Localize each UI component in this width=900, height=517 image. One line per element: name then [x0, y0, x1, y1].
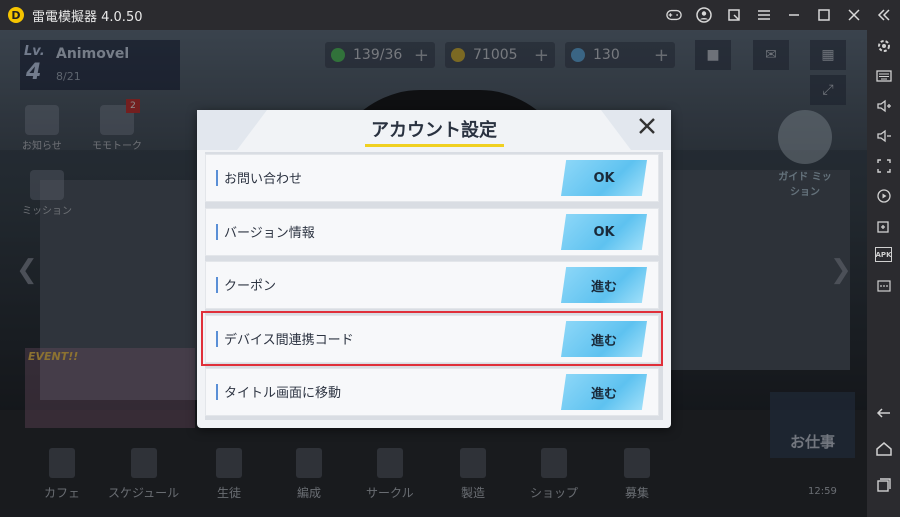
contact-ok-button[interactable]: OK: [561, 160, 647, 196]
account-icon[interactable]: [696, 7, 712, 23]
apk-icon[interactable]: APK: [875, 247, 892, 262]
title-bar: D 雷電模擬器 4.0.50: [0, 0, 900, 30]
keyboard-icon[interactable]: [875, 67, 892, 84]
title-screen-go-button[interactable]: 進む: [561, 374, 647, 410]
row-label: バージョン情報: [224, 226, 315, 241]
menu-icon[interactable]: [756, 7, 772, 23]
close-icon[interactable]: [846, 7, 862, 23]
coupon-go-button[interactable]: 進む: [561, 267, 647, 303]
settings-row-coupon: クーポン 進む: [205, 261, 659, 309]
maximize-icon[interactable]: [816, 7, 832, 23]
highlight-box: [201, 311, 663, 366]
ldplayer-logo-icon: D: [8, 7, 24, 23]
row-accent: [216, 277, 218, 293]
recent-apps-icon[interactable]: [875, 476, 892, 493]
app-title: 雷電模擬器 4.0.50: [32, 9, 143, 25]
title-underline: [365, 144, 504, 147]
fullscreen-icon[interactable]: [875, 157, 892, 174]
row-label: タイトル画面に移動: [224, 386, 342, 401]
close-icon[interactable]: [635, 116, 659, 140]
more-icon[interactable]: [875, 277, 892, 294]
add-app-icon[interactable]: [875, 217, 892, 234]
emulator-sidebar: APK: [867, 30, 900, 517]
row-label: お問い合わせ: [224, 172, 303, 187]
home-icon[interactable]: [875, 440, 892, 457]
row-accent: [216, 384, 218, 400]
collapse-icon[interactable]: [876, 7, 892, 23]
back-icon[interactable]: [875, 404, 892, 421]
volume-down-icon[interactable]: [875, 127, 892, 144]
settings-icon[interactable]: [875, 37, 892, 54]
row-accent: [216, 224, 218, 240]
minimize-icon[interactable]: [786, 7, 802, 23]
dialog-title: アカウント設定: [371, 120, 497, 141]
account-settings-dialog: アカウント設定 お問い合わせ OK バージョン情報 OK クーポン 進む デバイ…: [197, 110, 671, 428]
settings-row-contact: お問い合わせ OK: [205, 154, 659, 202]
screenshot-icon[interactable]: [726, 7, 742, 23]
record-icon[interactable]: [875, 187, 892, 204]
settings-row-title-screen: タイトル画面に移動 進む: [205, 368, 659, 416]
volume-up-icon[interactable]: [875, 97, 892, 114]
settings-row-version: バージョン情報 OK: [205, 208, 659, 256]
settings-list: お問い合わせ OK バージョン情報 OK クーポン 進む デバイス間連携コード …: [205, 152, 663, 420]
version-ok-button[interactable]: OK: [561, 214, 647, 250]
row-accent: [216, 170, 218, 186]
row-label: クーポン: [224, 279, 277, 294]
gamepad-icon[interactable]: [666, 7, 682, 23]
